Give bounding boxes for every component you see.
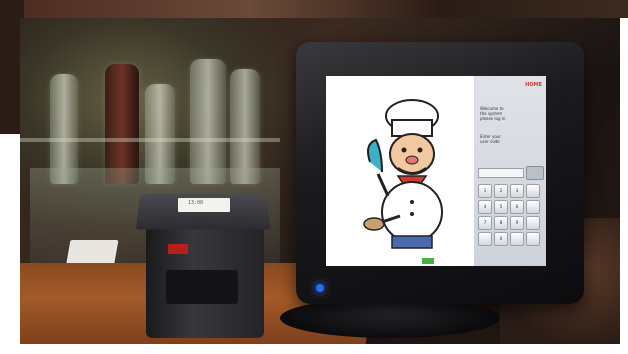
receipt-printer: 13:00	[135, 192, 271, 338]
screen-welcome-text: Welcome to the system please log in	[480, 106, 506, 121]
screen-logo: HOME	[525, 82, 542, 88]
terminal-stand	[280, 298, 500, 338]
power-led-icon	[316, 284, 324, 292]
keypad-key[interactable]	[526, 200, 540, 214]
photo-scene: 13:00 HOME Welcome to the system please …	[0, 0, 628, 354]
keypad-key[interactable]: 1	[478, 184, 492, 198]
terminal-screen: HOME Welcome to the system please log in…	[326, 76, 546, 266]
enter-button[interactable]	[526, 166, 544, 180]
printer-slot	[166, 270, 238, 304]
bottle	[230, 69, 260, 184]
keypad-key[interactable]: 9	[510, 216, 524, 230]
keypad-key[interactable]	[478, 232, 492, 246]
bottle	[105, 64, 139, 184]
screen-illustration-area	[326, 76, 474, 266]
keypad-key[interactable]	[526, 216, 540, 230]
keypad-key[interactable]: 3	[510, 184, 524, 198]
screen-login-panel: HOME Welcome to the system please log in…	[474, 76, 546, 266]
keypad: 1 2 3 4 5 6 7 8 9 0	[478, 184, 542, 246]
keypad-key[interactable]: 6	[510, 200, 524, 214]
photo: 13:00 HOME Welcome to the system please …	[20, 18, 620, 344]
keypad-key[interactable]: 7	[478, 216, 492, 230]
printer-paper: 13:00	[178, 198, 230, 212]
user-code-input[interactable]	[478, 168, 524, 178]
keypad-key[interactable]: 0	[494, 232, 508, 246]
shelf	[20, 138, 280, 142]
keypad-key[interactable]	[526, 232, 540, 246]
keypad-key[interactable]: 4	[478, 200, 492, 214]
keypad-key[interactable]	[526, 184, 540, 198]
keypad-key[interactable]: 8	[494, 216, 508, 230]
keypad-key[interactable]: 2	[494, 184, 508, 198]
top-strip	[0, 0, 628, 18]
screen-status-tab	[422, 258, 434, 264]
chef-mascot-icon	[363, 99, 443, 249]
keypad-key[interactable]	[510, 232, 524, 246]
printer-brand-label	[168, 244, 188, 254]
screen-instruction-text: Enter your user code	[480, 134, 502, 144]
pos-terminal: HOME Welcome to the system please log in…	[296, 42, 584, 304]
printer-paper-text: 13:00	[188, 200, 204, 206]
bottle	[190, 59, 226, 184]
keypad-key[interactable]: 5	[494, 200, 508, 214]
